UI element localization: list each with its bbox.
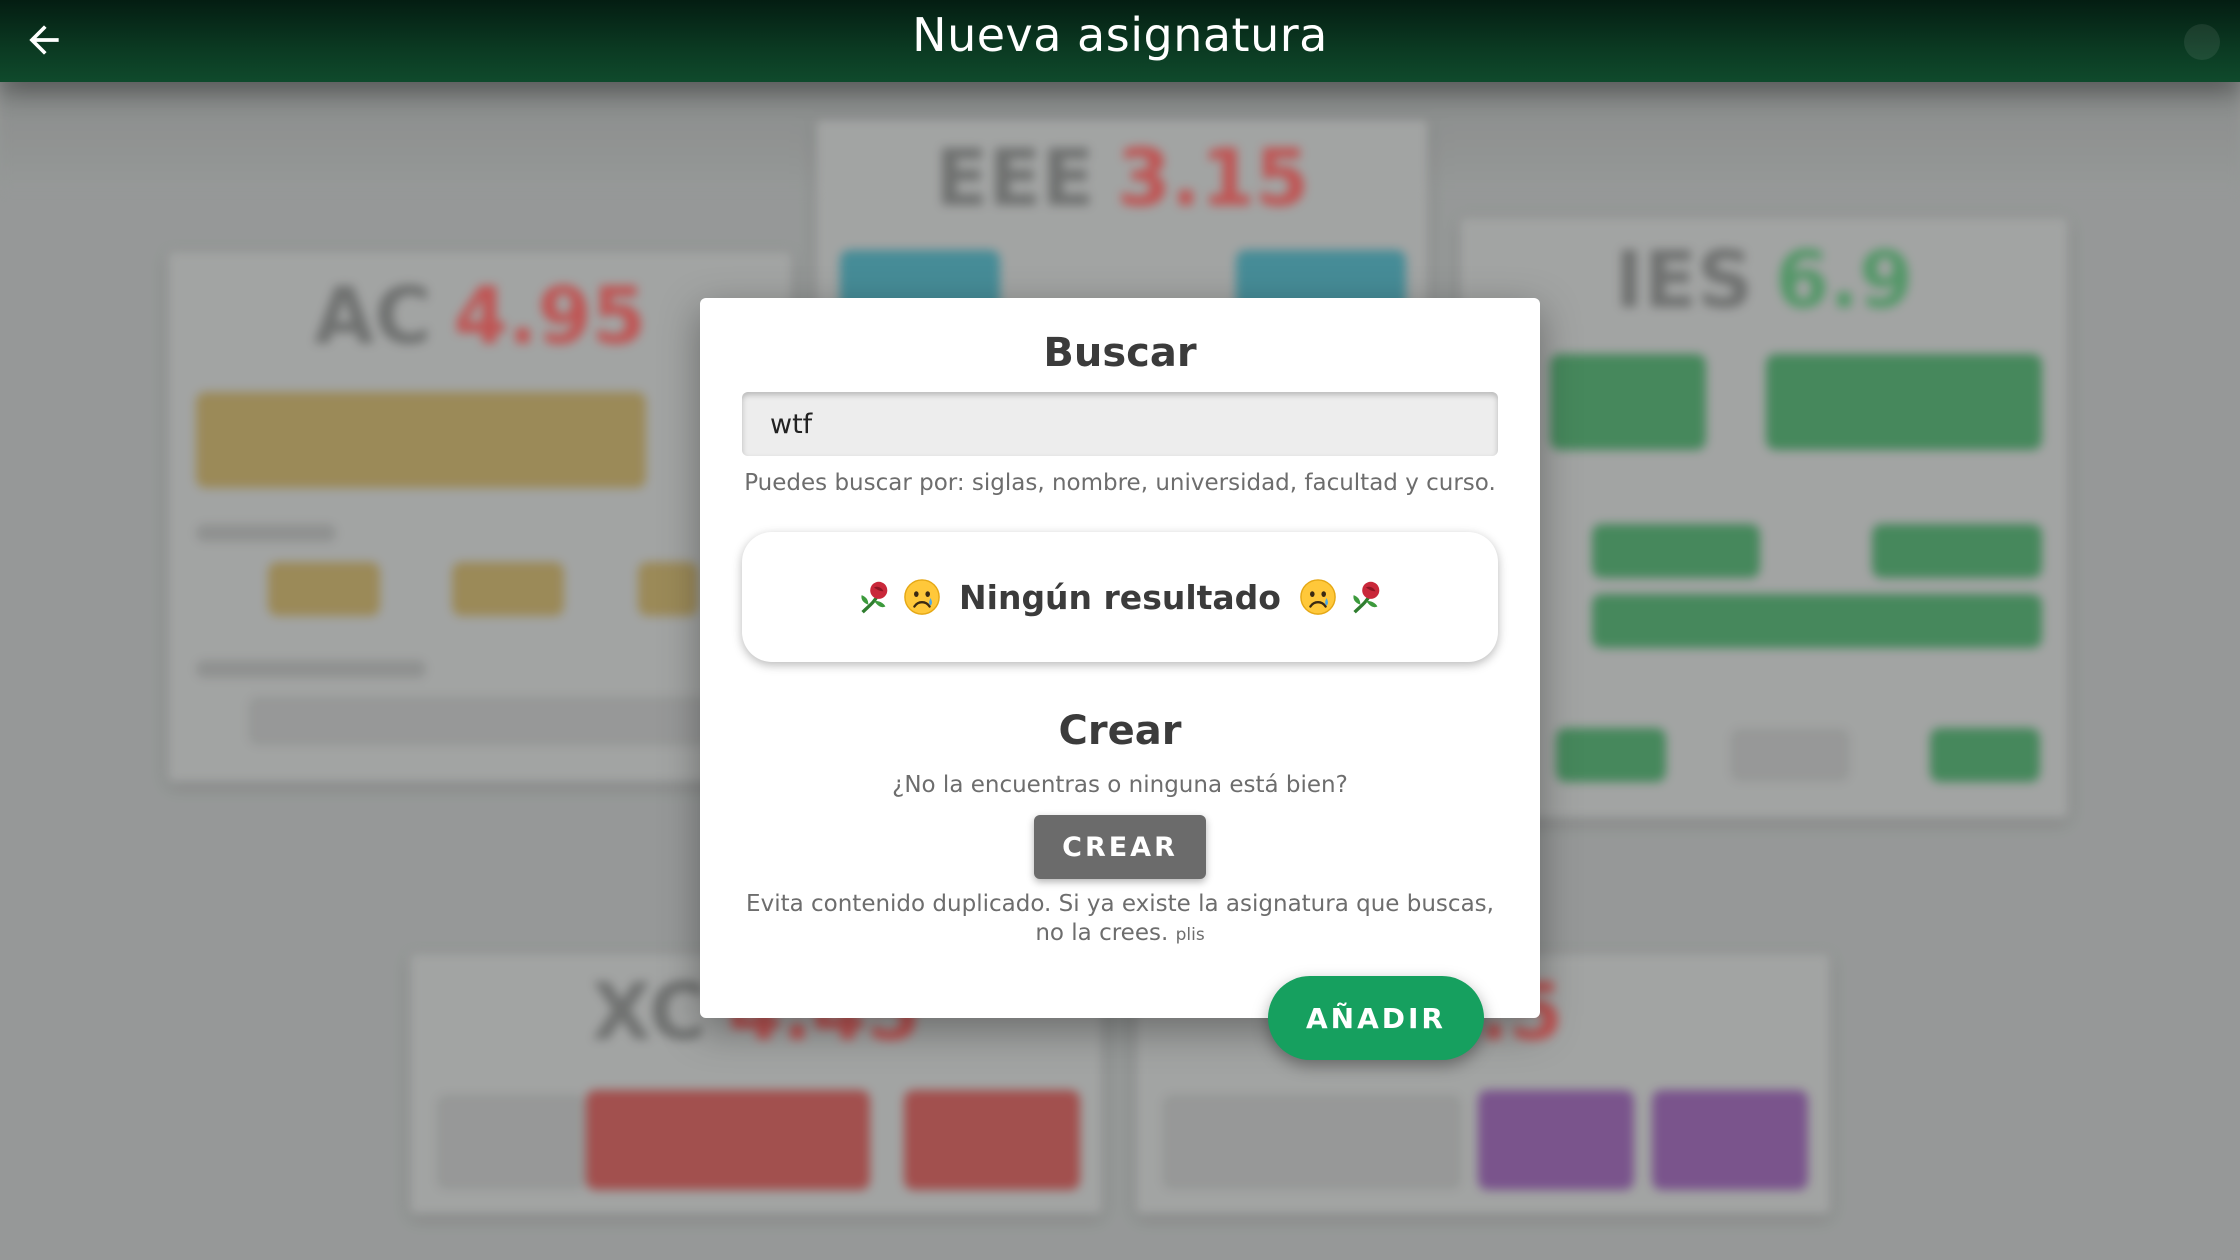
sad-face-icon xyxy=(904,579,940,615)
wilted-rose-icon xyxy=(1353,581,1380,614)
menu-icon[interactable] xyxy=(2184,24,2220,60)
search-hint: Puedes buscar por: siglas, nombre, unive… xyxy=(744,470,1496,496)
duplicate-warning-small: plis xyxy=(1175,925,1205,945)
wilted-rose-icon xyxy=(861,581,888,614)
sad-face-icon xyxy=(1300,579,1336,615)
add-button[interactable]: AÑADIR xyxy=(1268,976,1484,1060)
search-heading: Buscar xyxy=(1043,330,1197,376)
create-heading: Crear xyxy=(1058,708,1182,754)
no-result-box: Ningún resultado xyxy=(742,532,1498,662)
create-question: ¿No la encuentras o ninguna está bien? xyxy=(892,772,1348,798)
app-bar: Nueva asignatura xyxy=(0,0,2240,82)
create-button[interactable]: CREAR xyxy=(1034,815,1206,879)
add-subject-dialog: Buscar Puedes buscar por: siglas, nombre… xyxy=(700,298,1540,1018)
duplicate-warning: Evita contenido duplicado. Si ya existe … xyxy=(740,890,1500,950)
page-title: Nueva asignatura xyxy=(912,8,1328,62)
duplicate-warning-text: Evita contenido duplicado. Si ya existe … xyxy=(746,891,1494,946)
search-input[interactable] xyxy=(742,392,1498,456)
no-result-text: Ningún resultado xyxy=(959,577,1281,617)
